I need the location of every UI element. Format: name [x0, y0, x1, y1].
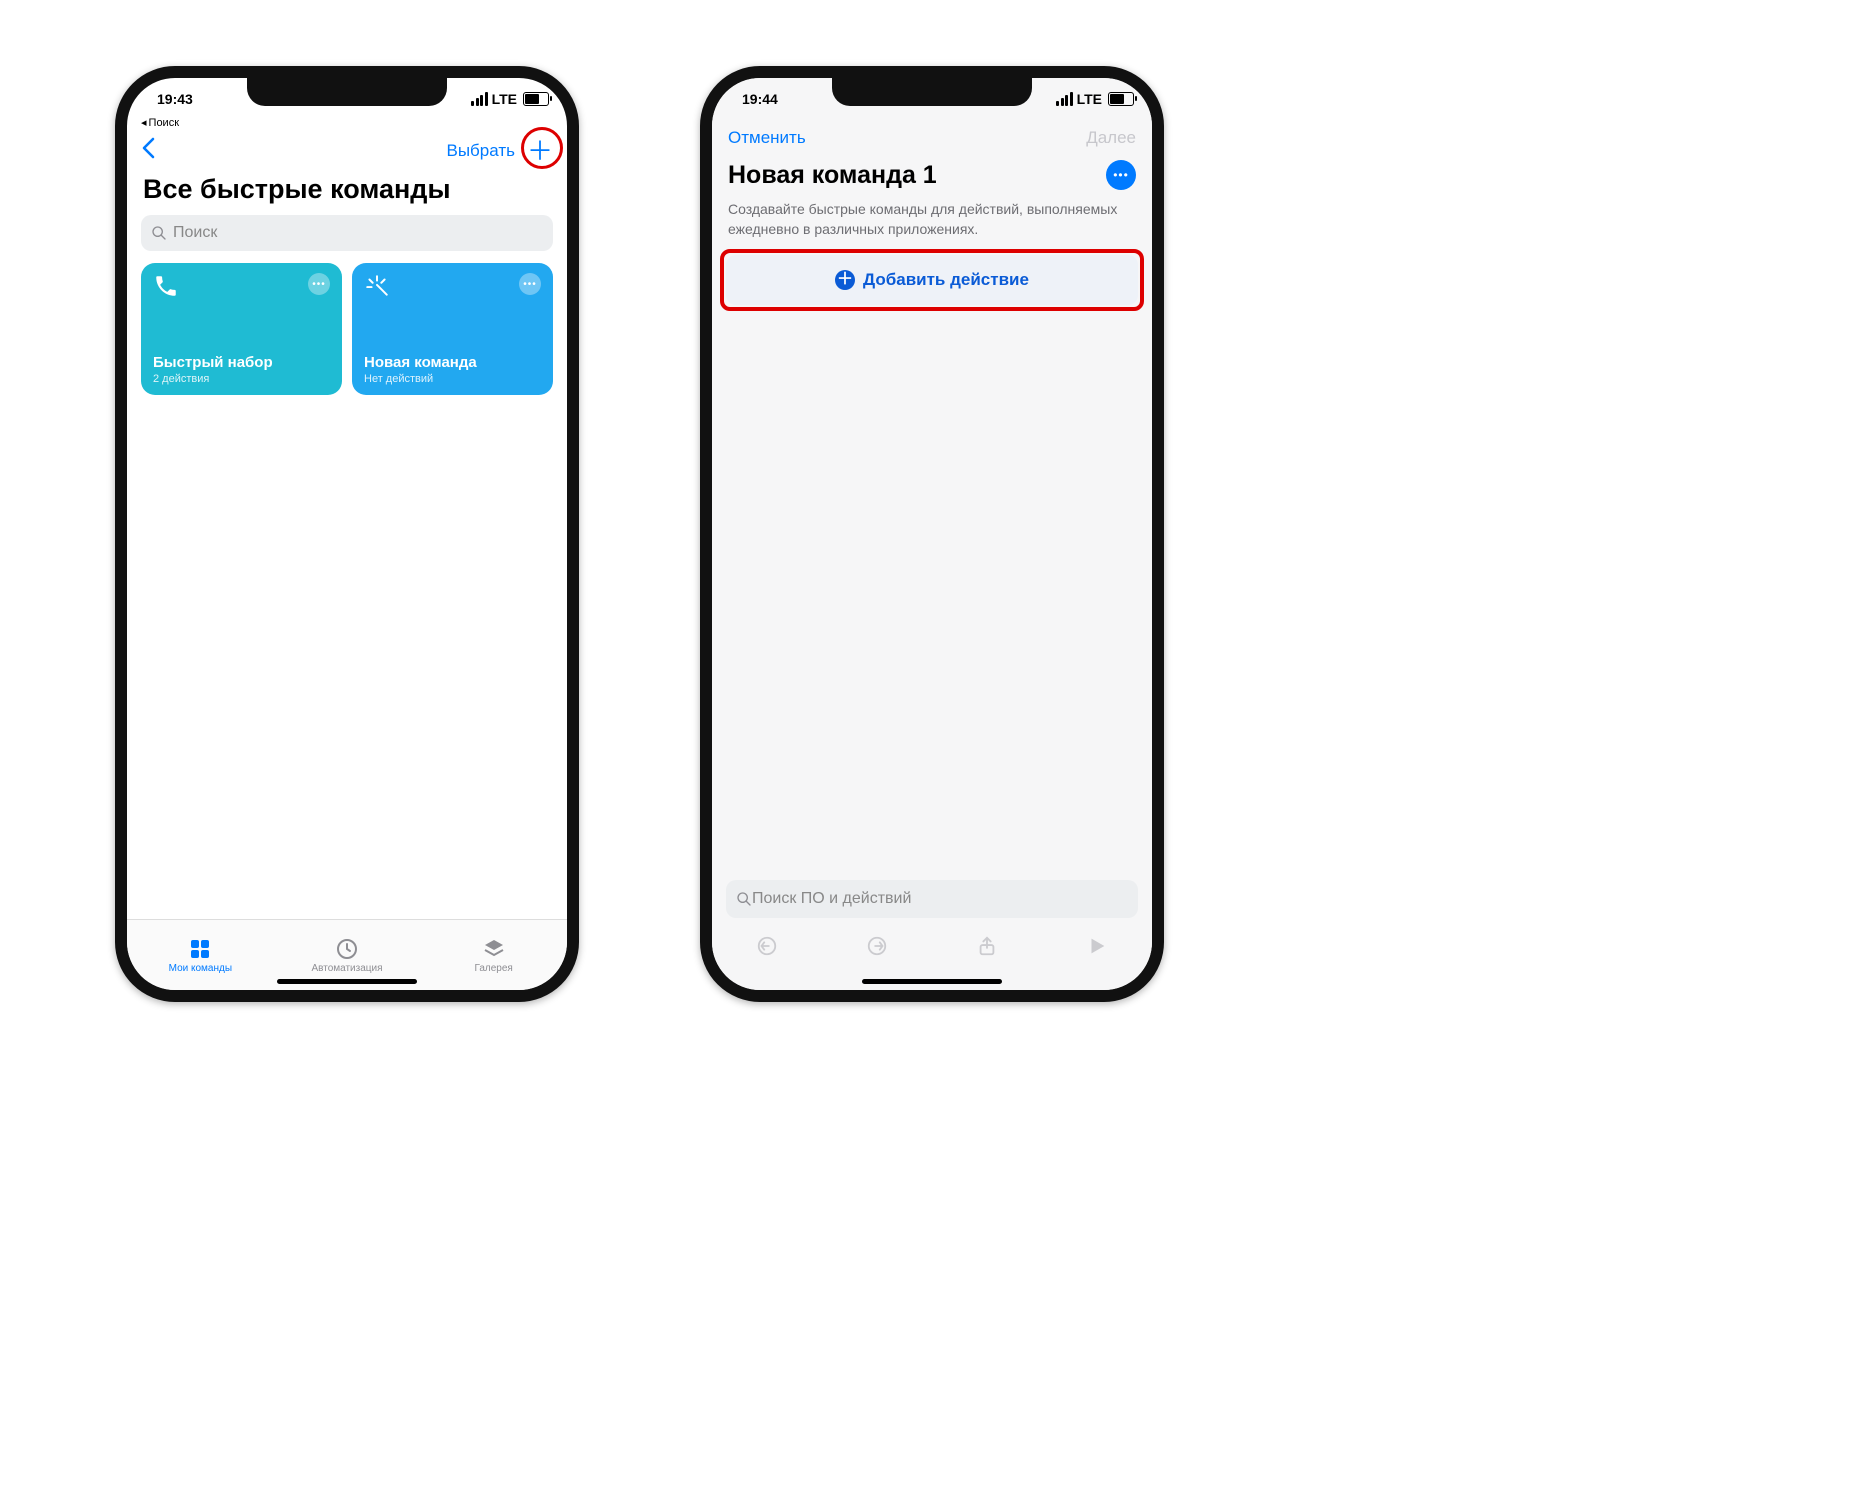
status-time: 19:44: [742, 91, 778, 107]
network-label: LTE: [492, 91, 517, 107]
home-indicator[interactable]: [862, 979, 1002, 984]
back-search-label: Поиск: [149, 117, 179, 129]
redo-button[interactable]: [866, 935, 888, 962]
shortcut-card[interactable]: Быстрый набор 2 действия: [141, 263, 342, 395]
battery-icon: [1108, 92, 1134, 106]
phone-right: 19:44 LTE Отменить Далее Новая команда 1…: [700, 66, 1164, 1002]
search-placeholder: Поиск: [173, 224, 217, 242]
undo-button[interactable]: [756, 935, 778, 962]
card-title: Быстрый набор: [153, 354, 330, 371]
add-action-button[interactable]: ＋ Добавить действие: [726, 255, 1138, 305]
card-subtitle: Нет действий: [364, 373, 541, 385]
page-title: Новая команда 1: [728, 161, 937, 190]
search-placeholder: Поиск ПО и действий: [752, 890, 911, 908]
modal-nav: Отменить Далее: [712, 118, 1152, 154]
page-title: Все быстрые команды: [127, 172, 567, 215]
home-indicator[interactable]: [277, 979, 417, 984]
next-button[interactable]: Далее: [1086, 128, 1136, 148]
status-time: 19:43: [157, 91, 193, 107]
notch: [832, 78, 1032, 106]
search-input[interactable]: Поиск: [141, 215, 553, 251]
network-label: LTE: [1077, 91, 1102, 107]
phone-icon: [153, 273, 179, 304]
screen-left: 19:43 LTE ◂ Поиск Выбрать ＋ Все быстрые …: [127, 78, 567, 990]
search-icon: [151, 225, 167, 241]
wand-icon: [364, 273, 390, 304]
add-action-wrap: ＋ Добавить действие: [726, 255, 1138, 305]
phone-left: 19:43 LTE ◂ Поиск Выбрать ＋ Все быстрые …: [115, 66, 579, 1002]
plus-circle-icon: ＋: [835, 270, 855, 290]
tab-label: Галерея: [475, 963, 513, 974]
options-button[interactable]: [1106, 160, 1136, 190]
cancel-button[interactable]: Отменить: [728, 128, 806, 148]
add-button[interactable]: ＋: [527, 138, 553, 164]
add-action-label: Добавить действие: [863, 270, 1029, 290]
tab-label: Автоматизация: [311, 963, 382, 974]
run-button[interactable]: [1086, 935, 1108, 962]
tab-label: Мои команды: [169, 963, 232, 974]
tab-my-shortcuts[interactable]: Мои команды: [127, 920, 274, 990]
notch: [247, 78, 447, 106]
search-icon: [736, 891, 752, 907]
more-icon[interactable]: [308, 273, 330, 295]
shortcut-card[interactable]: Новая команда Нет действий: [352, 263, 553, 395]
caret-left-icon: ◂: [141, 116, 147, 129]
card-title: Новая команда: [364, 354, 541, 371]
layers-icon: [482, 937, 506, 961]
back-to-search[interactable]: ◂ Поиск: [141, 116, 567, 129]
clock-icon: [335, 937, 359, 961]
signal-icon: [471, 92, 488, 106]
card-subtitle: 2 действия: [153, 373, 330, 385]
more-icon[interactable]: [519, 273, 541, 295]
signal-icon: [1056, 92, 1073, 106]
share-button[interactable]: [976, 935, 998, 962]
select-button[interactable]: Выбрать: [447, 141, 515, 161]
shortcut-cards: Быстрый набор 2 действия Новая команда Н…: [127, 263, 567, 395]
editor-toolbar: [712, 924, 1152, 972]
grid-icon: [188, 937, 212, 961]
back-button[interactable]: [141, 135, 155, 166]
title-row: Новая команда 1: [712, 154, 1152, 196]
action-search-input[interactable]: Поиск ПО и действий: [726, 880, 1138, 918]
nav-bar: Выбрать ＋: [127, 131, 567, 172]
tab-gallery[interactable]: Галерея: [420, 920, 567, 990]
battery-icon: [523, 92, 549, 106]
description-text: Создавайте быстрые команды для действий,…: [712, 196, 1152, 255]
screen-right: 19:44 LTE Отменить Далее Новая команда 1…: [712, 78, 1152, 990]
